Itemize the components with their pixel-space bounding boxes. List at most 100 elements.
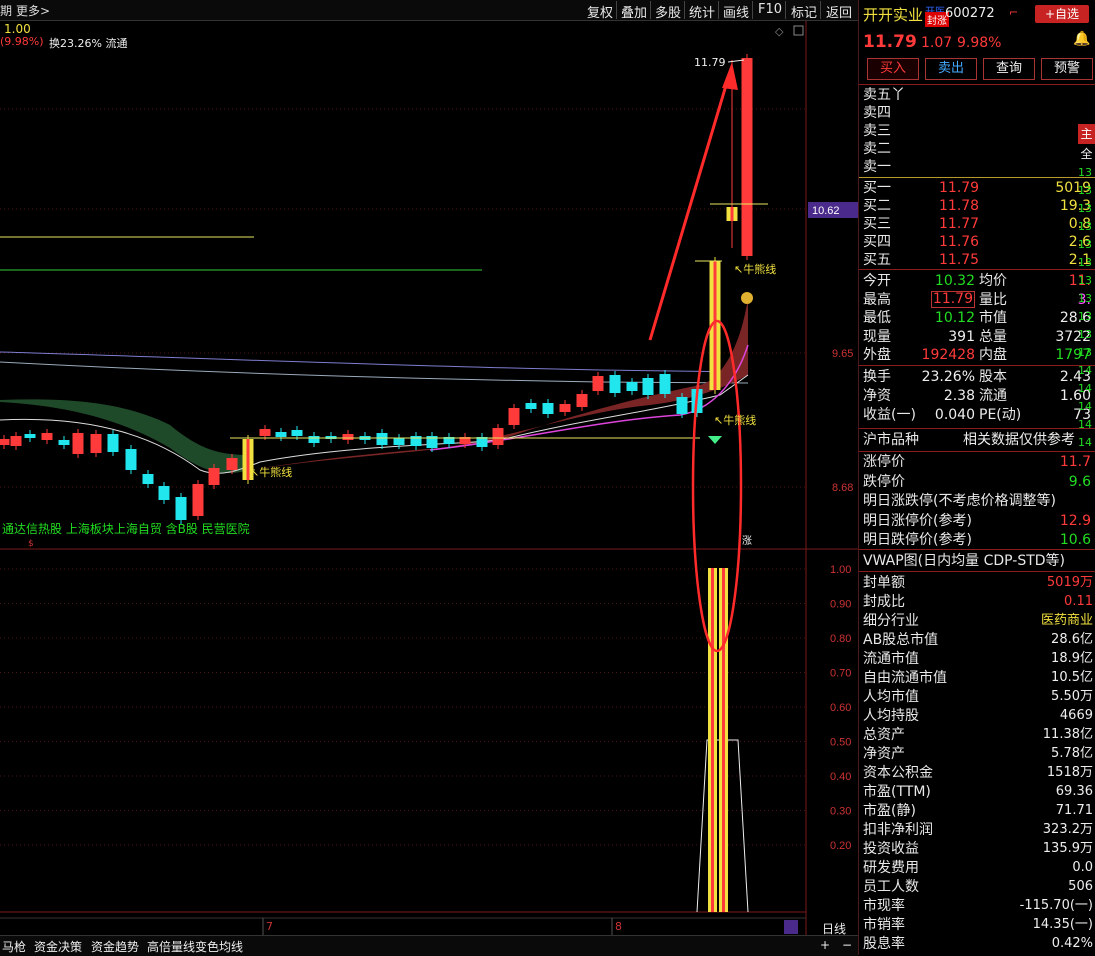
tab-indicator-3[interactable]: 资金趋势	[91, 938, 139, 955]
quote-row: 最低 10.12 市值 28.6	[863, 309, 1091, 327]
tab-indicator-2[interactable]: 资金决策	[34, 938, 82, 955]
fund-label: 细分行业	[863, 613, 919, 629]
indicator-tick-label: 0.70	[830, 668, 851, 680]
quote-label-2: 总量	[979, 328, 1007, 345]
sell-button[interactable]: 卖出	[925, 58, 977, 80]
buy-label: 买四	[863, 234, 891, 250]
limit-row: 明日跌停价(参考) 10.6	[863, 531, 1091, 549]
fund-value: 135.9万	[1042, 841, 1093, 856]
kline-chart[interactable]: 11.79 ↖牛熊线 ↖牛熊线 ↖牛熊线涨 $ 通达信热股 上海板块上海自贸 含B股 民营…	[0, 0, 858, 955]
stats-button[interactable]: 统计	[689, 2, 715, 21]
overlay-button[interactable]: 叠加	[621, 2, 647, 21]
right-sidebar: 主 全 13 13 13 13 13 13 13 13 13 13 13 14 14 14 14 14	[1078, 124, 1095, 452]
sell-row-1: 卖一	[863, 158, 891, 176]
fund-value: 71.71	[1055, 803, 1093, 818]
limit-label: 明日跌停价(参考)	[863, 532, 972, 548]
quote-value-1: 192428	[921, 347, 975, 363]
fund-row: 封成比 0.11	[863, 593, 1093, 611]
buy-row-4: 买四 11.76 2.6	[863, 233, 1091, 251]
period-label[interactable]: 期	[0, 2, 12, 19]
mark-button[interactable]: 标记	[791, 2, 817, 21]
fund-label: 总资产	[863, 727, 905, 743]
lock-icon[interactable]: ⌐	[1009, 6, 1018, 19]
candle	[58, 440, 70, 445]
fund-value: 69.36	[1055, 784, 1093, 799]
draw-button[interactable]: 画线	[723, 2, 749, 21]
candle	[41, 433, 53, 440]
vwap-row[interactable]: VWAP图(日内均量 CDP-STD等)	[863, 552, 1065, 570]
fund-value: 0.0	[1072, 860, 1093, 875]
sell-label: 卖二	[863, 141, 891, 157]
quote-value-1: 10.12	[934, 310, 975, 326]
tab-main[interactable]: 主	[1078, 124, 1095, 144]
f10-button[interactable]: F10	[758, 2, 782, 17]
x-label: 7	[266, 920, 273, 933]
fund-row: 扣非净利润 323.2万	[863, 821, 1093, 839]
sidebar-value: 14	[1078, 418, 1092, 431]
quote-value-1: 11.79	[930, 290, 975, 308]
zoom-out-icon[interactable]: −	[842, 938, 852, 952]
price-change-pct: 9.98%	[957, 35, 1002, 51]
limit-label: 明日涨停价(参考)	[863, 512, 972, 529]
fund-value: 18.9亿	[1051, 651, 1093, 666]
quote2-value-1: 0.040	[934, 407, 975, 423]
fund-label: 市销率	[863, 917, 905, 933]
fund-row: 资本公积金 1518万	[863, 764, 1093, 782]
bell-icon[interactable]: 🔔	[1073, 31, 1090, 47]
indicator-tick-label: 0.50	[830, 737, 851, 749]
market-label: 沪市品种	[863, 432, 919, 448]
sell-label: 卖五	[863, 87, 891, 103]
sidebar-value: 13	[1078, 310, 1092, 323]
fund-value: 4669	[1059, 708, 1093, 723]
quote2-label-1: 净资	[863, 388, 891, 404]
tab-indicator-1[interactable]: 马枪	[2, 938, 26, 955]
quote-label-2: 市值	[979, 310, 1007, 326]
fq-button[interactable]: 复权	[587, 2, 613, 21]
sell-label: 卖一	[863, 159, 891, 175]
sell-label: 卖三	[863, 123, 891, 139]
candle	[226, 458, 238, 470]
period-daily[interactable]: 日线	[822, 920, 846, 937]
candle	[642, 378, 654, 395]
ma-line-long2	[0, 361, 749, 384]
buy-price: 11.77	[939, 216, 980, 232]
tab-all[interactable]: 全	[1078, 144, 1095, 164]
candle	[542, 403, 554, 414]
limit-value: 10.6	[1059, 532, 1091, 548]
fund-value: 5.50万	[1051, 689, 1093, 704]
candle	[259, 429, 271, 436]
more-button[interactable]: 更多>	[16, 2, 50, 19]
fund-value: 11.38亿	[1042, 727, 1093, 742]
indicator-tabs: 马枪 资金决策 资金趋势 高倍量线变色均线 日线 + −	[0, 922, 858, 956]
limit-label: 涨停价	[863, 454, 905, 470]
tab-indicator-4[interactable]: 高倍量线变色均线	[147, 938, 243, 955]
fund-value: 0.42%	[1051, 936, 1093, 951]
diamond-outline-icon: ◇	[775, 25, 784, 38]
buy-button[interactable]: 买入	[867, 58, 919, 80]
candle	[0, 439, 10, 445]
quote-label-2: 内盘	[979, 347, 1007, 363]
fund-row: 股息率 0.42%	[863, 935, 1093, 953]
multi-stock-button[interactable]: 多股	[655, 2, 681, 21]
zoom-in-icon[interactable]: +	[820, 938, 830, 952]
annotation-label: ↖牛熊线	[714, 413, 756, 427]
sidebar-value: 14	[1078, 364, 1092, 377]
candle	[676, 397, 688, 414]
buy-price: 11.79	[939, 180, 980, 196]
quote2-row: 收益(一) 0.040 PE(动) 73	[863, 406, 1091, 424]
buy-label: 买三	[863, 216, 891, 232]
buy-row-1: 买一 11.79 5019	[863, 179, 1091, 197]
query-button[interactable]: 查询	[983, 58, 1035, 80]
candle	[525, 403, 537, 409]
fund-value: 28.6亿	[1051, 632, 1093, 647]
stock-code: 600272	[945, 6, 995, 21]
alert-button[interactable]: 预警	[1041, 58, 1093, 80]
back-button[interactable]: 返回	[826, 2, 852, 21]
price-tick-label: 10.62	[812, 205, 840, 217]
fund-label: 股息率	[863, 936, 905, 952]
market-note: 相关数据仅供参考	[963, 432, 1075, 448]
candle	[107, 434, 119, 452]
quote-value-1: 10.32	[934, 273, 975, 289]
add-watchlist-button[interactable]: +自选	[1035, 5, 1089, 23]
limit-label: 明日涨跌停(不考虑价格调整等)	[863, 493, 1056, 509]
